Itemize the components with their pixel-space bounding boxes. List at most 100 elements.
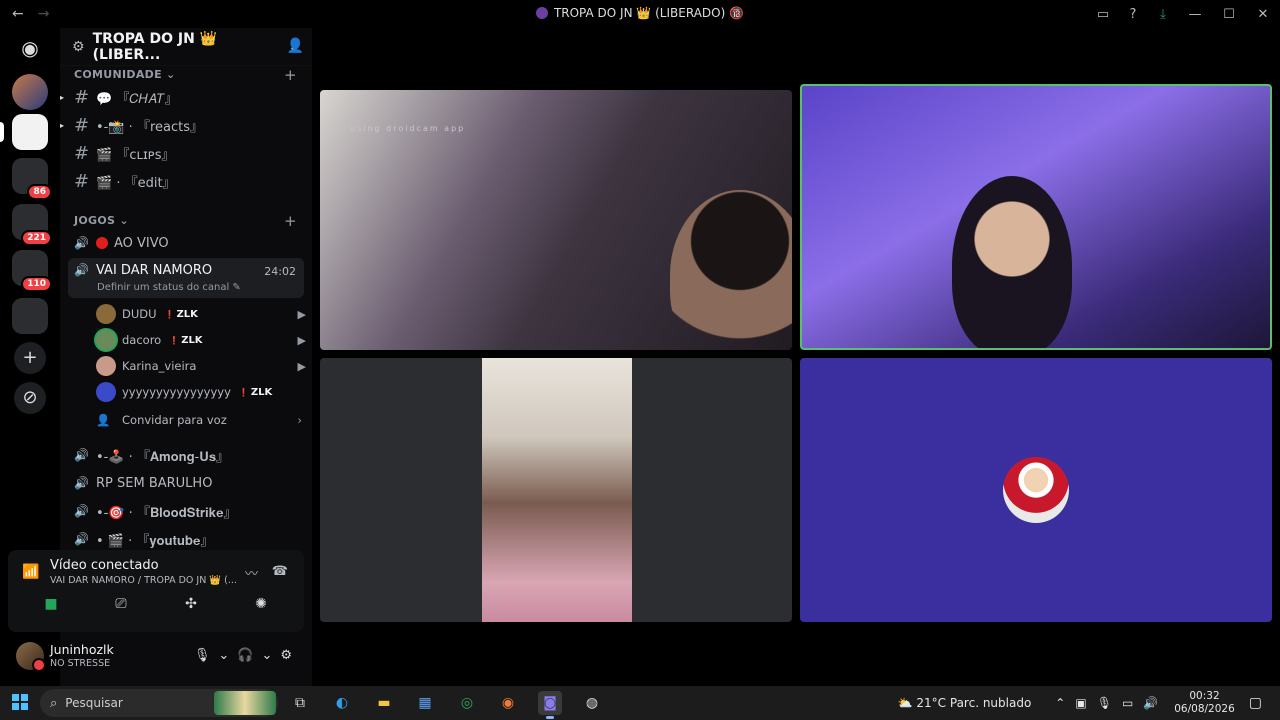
search-icon: ⌕ [50,695,58,711]
channel-clips[interactable]: # 🎬 『ᴄʟɪᴘs』 [68,140,304,166]
microphone-icon[interactable]: 🎙 [194,648,211,663]
close-button[interactable]: ✕ [1246,7,1280,22]
disconnect-icon[interactable]: ☎ [272,564,288,579]
unread-indicator: ▸ [60,92,65,102]
weather-widget[interactable]: ⛅ 21°C Parc. nublado [898,696,1032,710]
voice-user-name: dacoro [122,333,162,347]
server-icon-tropa[interactable] [0,114,48,150]
server-folder-1[interactable]: 86 [12,158,52,200]
microphone-icon[interactable]: 🎙 [1097,696,1112,710]
text-channel-icon: # [74,114,90,136]
channel-youtube[interactable]: 🔊 • 🎬 · 『𝐲𝐨𝐮𝐭𝐮𝐛𝐞』 [68,526,304,552]
clock[interactable]: 00:32 06/08/2026 [1174,690,1235,716]
channel-status-input[interactable]: Definir um status do canal ✎ [97,282,241,293]
channel-among-us[interactable]: 🔊 •-🕹️ · 『𝐀𝐦𝐨𝐧𝐠-𝐔𝐬』 [68,442,304,468]
activities-icon[interactable]: ✣ [161,596,221,612]
search-placeholder: Pesquisar [65,696,123,710]
channel-label: AO VIVO [114,235,169,251]
camera-icon: ▶ [297,307,306,321]
speaker-icon: 🔊 [74,263,89,277]
camera-toggle-icon[interactable]: ■ [21,596,81,612]
user-panel: Juninhozlk NO STRESSE 🎙 ⌄ 🎧 ⌄ ⚙ [8,636,304,680]
screen-share-icon[interactable]: ⎚ [91,596,151,612]
device-icon[interactable]: ▣ [1075,696,1086,710]
video-tile-4-no-camera[interactable] [800,358,1272,622]
search-highlight-image[interactable] [214,691,276,715]
task-view-icon[interactable]: ⧉ [288,691,312,715]
mention-badge: 221 [21,230,52,246]
server-folder-2[interactable]: 221 [12,204,52,246]
connection-location[interactable]: VAI DAR NAMORO / TROPA DO JN 👑 (... [50,575,237,586]
file-explorer-icon[interactable]: ▬ [372,691,396,715]
windows-start-icon[interactable] [12,694,28,710]
voice-user-dacoro[interactable]: dacoro ZLK ▶ [96,328,306,352]
add-channel-icon[interactable]: + [284,66,297,84]
username[interactable]: Juninhozlk [50,642,114,657]
channel-label: RP SEM BARULHO [96,475,213,491]
clock-date: 06/08/2026 [1174,703,1235,715]
help-icon[interactable]: ? [1118,7,1148,22]
app-icon[interactable]: ◉ [496,691,520,715]
minimize-button[interactable]: — [1178,7,1212,22]
obs-icon[interactable]: ◍ [580,691,604,715]
download-icon[interactable]: ⤓ [1148,7,1178,22]
store-icon[interactable]: ▦ [413,691,437,715]
avatar [96,304,116,324]
voice-user-karina[interactable]: Karina_vieira ▶ [96,354,306,378]
text-channel-icon: # [74,86,90,108]
discord-home-icon[interactable]: ◉ [14,32,46,64]
chevron-down-icon[interactable]: ⌄ [261,648,272,663]
maximize-button[interactable]: ☐ [1212,7,1246,22]
edge-icon[interactable]: ◐ [330,691,354,715]
channel-rp[interactable]: 🔊 RP SEM BARULHO [68,470,304,496]
add-server-button[interactable]: + [14,342,46,374]
video-person [670,190,792,350]
server-folder-4[interactable] [12,298,48,334]
noise-suppression-icon[interactable]: 〰 [245,563,258,582]
channel-ao-vivo[interactable]: 🔊 AO VIVO [68,230,304,256]
chrome-icon[interactable]: ◎ [455,691,479,715]
headphones-icon[interactable]: 🎧 [237,648,253,663]
server-avatar [12,298,48,334]
server-avatar [12,114,48,150]
taskbar-search[interactable]: ⌕ Pesquisar [40,689,278,717]
channel-edit[interactable]: # 🎬 · 『edit』 [68,168,304,194]
channel-bloodstrike[interactable]: 🔊 •-🎯 · 『𝐁𝐥𝐨𝐨𝐝𝐒𝐭𝐫𝐢𝐤𝐞』 [68,498,304,524]
category-label: JOGOS [74,214,116,227]
settings-gear-icon[interactable]: ⚙ [280,648,292,663]
invite-to-voice[interactable]: 👤 Convidar para voz › [96,408,306,432]
avatar [96,330,116,350]
channel-reacts[interactable]: ▸ # •-📸 · 『reacts』 [60,112,304,138]
soundboard-icon[interactable]: ✺ [231,596,291,612]
category-jogos[interactable]: JOGOS ⌄ + [74,212,297,230]
add-channel-icon[interactable]: + [284,212,297,230]
avatar[interactable] [16,642,46,672]
unread-indicator: ▸ [60,120,65,130]
voice-user-dudu[interactable]: DUDU ZLK ▶ [96,302,306,326]
windows-taskbar: ⌕ Pesquisar ⧉ ◐ ▬ ▦ ◎ ◉ ◙ ◍ ⛅ 21°C Parc.… [0,686,1280,720]
channel-vai-dar-namoro[interactable]: 🔊 VAI DAR NAMORO 24:02 Definir um status… [68,258,304,298]
connection-signal-icon[interactable]: 📶 [22,564,39,580]
server-icon-1[interactable] [12,74,48,110]
volume-icon[interactable]: 🔊 [1143,696,1158,710]
inbox-icon[interactable]: ▭ [1088,7,1118,22]
speaker-icon: 🔊 [74,236,89,250]
server-folder-3[interactable]: 110 [12,250,52,292]
speaker-icon: 🔊 [74,532,89,546]
server-header[interactable]: ⚙ TROPA DO JN 👑 (LIBER... ⌄ 👤 [60,28,312,66]
invite-people-icon[interactable]: 👤 [287,38,304,54]
network-icon[interactable]: ▭ [1122,696,1133,710]
speaker-icon: 🔊 [74,476,89,490]
chevron-up-icon[interactable]: ⌃ [1055,696,1065,710]
video-tile-1[interactable]: using droidcam app [320,90,792,350]
discover-icon[interactable]: ⊘ [14,382,46,414]
voice-user-yyy[interactable]: yyyyyyyyyyyyyyyy ZLK [96,380,306,404]
notification-icon[interactable]: ▢ [1249,695,1262,711]
category-comunidade[interactable]: COMUNIDADE ⌄ + [74,66,297,84]
video-tile-2-speaking[interactable] [800,84,1272,350]
channel-chat[interactable]: ▸ # 💬 『𝐶𝐻𝐴𝑇』 [60,84,304,110]
chevron-down-icon[interactable]: ⌄ [218,648,229,663]
speaker-icon: 🔊 [74,448,89,462]
discord-taskbar-icon[interactable]: ◙ [538,691,562,719]
video-tile-3[interactable] [320,358,792,622]
